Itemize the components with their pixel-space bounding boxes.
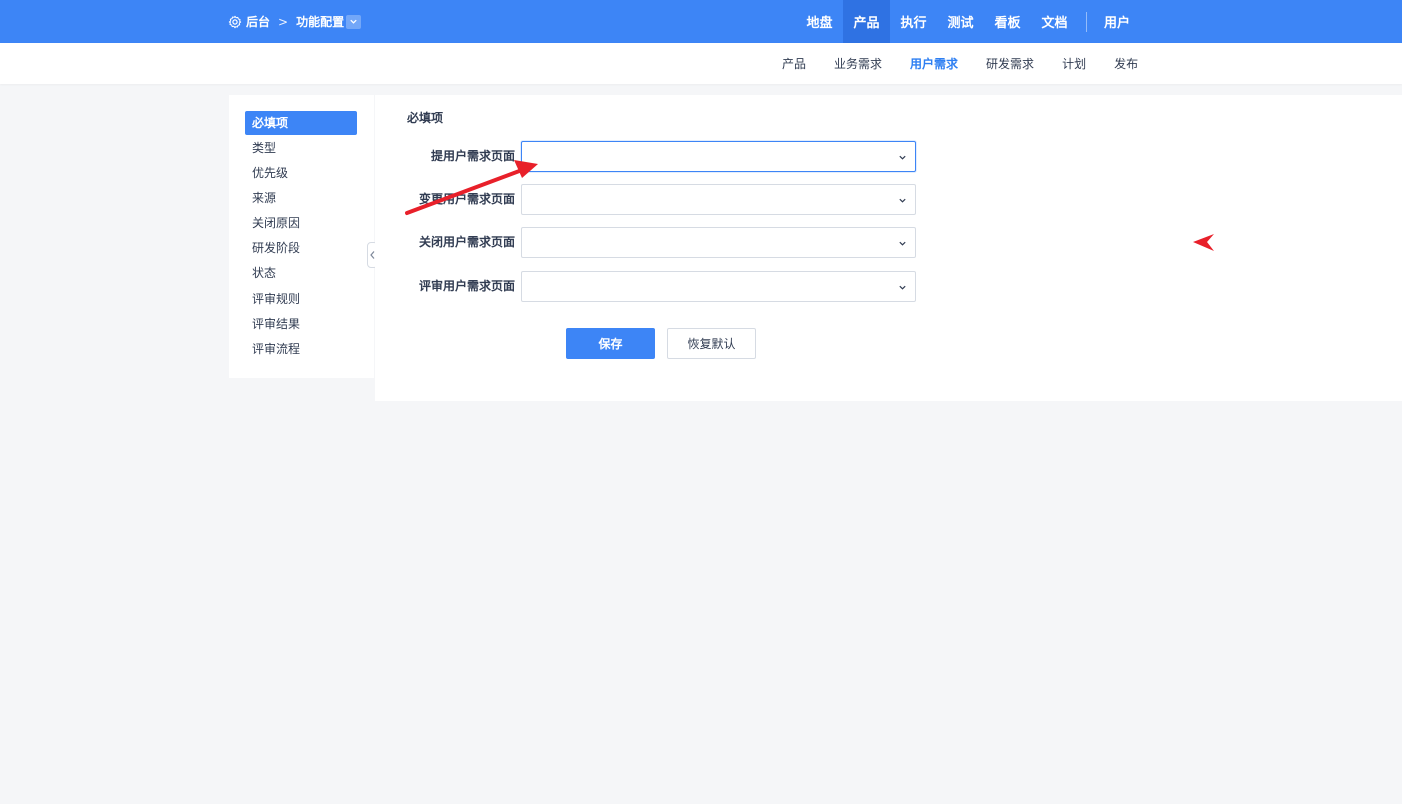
sidebar-item-review-result[interactable]: 评审结果 <box>245 312 357 336</box>
breadcrumb-root[interactable]: 后台 <box>246 13 270 30</box>
breadcrumb: 后台 > 功能配置 <box>228 0 362 43</box>
field-label: 变更用户需求页面 <box>418 192 515 206</box>
review-page-select[interactable] <box>521 271 916 302</box>
nav-item-test[interactable]: 测试 <box>937 0 984 43</box>
sidebar-item-type[interactable]: 类型 <box>245 136 357 160</box>
subnav-item-business-requirement[interactable]: 业务需求 <box>820 55 896 72</box>
close-page-select[interactable] <box>521 227 916 258</box>
chevron-down-icon <box>350 19 357 24</box>
nav-item-kanban[interactable]: 看板 <box>984 0 1031 43</box>
restore-default-button[interactable]: 恢复默认 <box>667 328 756 359</box>
top-navbar: 后台 > 功能配置 地盘 产品 执行 测试 看板 文档 用户 <box>0 0 1402 43</box>
gear-icon <box>228 15 242 28</box>
form-row: 关闭用户需求页面 <box>375 227 935 258</box>
nav-item-user[interactable]: 用户 <box>1095 0 1139 43</box>
settings-sidebar: 必填项 类型 优先级 来源 关闭原因 研发阶段 状态 评审规则 评审结果 评审流… <box>229 95 374 378</box>
nav-item-doc[interactable]: 文档 <box>1031 0 1078 43</box>
sidebar-item-dev-stage[interactable]: 研发阶段 <box>245 236 357 260</box>
sidebar-item-review-flow[interactable]: 评审流程 <box>245 337 357 361</box>
required-fields-panel: 必填项 提用户需求页面 变更用户需求页面 关闭用户需求页面 评审用户需求页面 保… <box>375 95 1402 401</box>
sidebar-item-status[interactable]: 状态 <box>245 261 357 285</box>
form-row: 评审用户需求页面 <box>375 271 935 302</box>
chevron-down-icon <box>899 241 906 246</box>
sidebar-item-source[interactable]: 来源 <box>245 186 357 210</box>
subnav-item-product[interactable]: 产品 <box>768 55 820 72</box>
subnav-item-plan[interactable]: 计划 <box>1048 55 1100 72</box>
chevron-down-icon <box>899 285 906 290</box>
breadcrumb-current: 功能配置 <box>296 15 345 29</box>
panel-title: 必填项 <box>407 111 444 125</box>
chevron-right-icon: > <box>278 14 289 29</box>
subnav-item-dev-requirement[interactable]: 研发需求 <box>972 55 1048 72</box>
sidebar-item-required[interactable]: 必填项 <box>245 111 357 135</box>
nav-item-product[interactable]: 产品 <box>843 0 890 43</box>
create-page-select[interactable] <box>521 141 916 172</box>
subnav-item-user-requirement[interactable]: 用户需求 <box>896 55 972 72</box>
chevron-down-icon <box>899 155 906 160</box>
form-row: 提用户需求页面 <box>375 141 935 172</box>
sub-navbar: 产品 业务需求 用户需求 研发需求 计划 发布 <box>0 43 1402 84</box>
save-button[interactable]: 保存 <box>566 328 655 359</box>
nav-item-dashboard[interactable]: 地盘 <box>796 0 843 43</box>
form-row: 变更用户需求页面 <box>375 184 935 215</box>
field-label: 评审用户需求页面 <box>418 279 515 293</box>
subnav-item-release[interactable]: 发布 <box>1100 55 1152 72</box>
breadcrumb-dropdown-button[interactable] <box>346 14 362 29</box>
main-nav: 地盘 产品 执行 测试 看板 文档 用户 <box>796 0 1139 43</box>
nav-divider <box>1086 11 1087 32</box>
sidebar-item-close-reason[interactable]: 关闭原因 <box>245 211 357 235</box>
sidebar-item-priority[interactable]: 优先级 <box>245 161 357 185</box>
sidebar-item-review-rules[interactable]: 评审规则 <box>245 287 357 311</box>
chevron-down-icon <box>899 198 906 203</box>
change-page-select[interactable] <box>521 184 916 215</box>
field-label: 关闭用户需求页面 <box>418 235 515 249</box>
nav-item-execution[interactable]: 执行 <box>890 0 937 43</box>
field-label: 提用户需求页面 <box>430 149 515 163</box>
